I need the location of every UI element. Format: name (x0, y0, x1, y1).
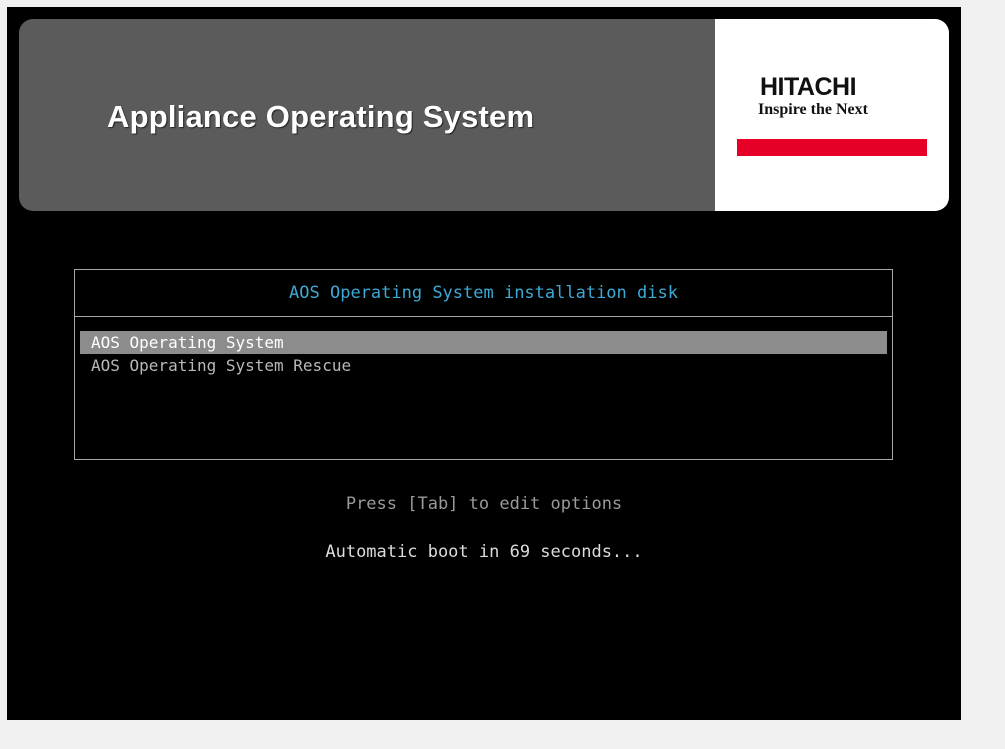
logo-red-bar (737, 139, 927, 156)
boot-option-aos-rescue[interactable]: AOS Operating System Rescue (80, 354, 887, 377)
boot-menu-list: AOS Operating System AOS Operating Syste… (80, 331, 887, 377)
boot-menu-title: AOS Operating System installation disk (75, 270, 892, 317)
boot-option-aos[interactable]: AOS Operating System (80, 331, 887, 354)
logo-tagline: Inspire the Next (758, 101, 868, 118)
boot-console: Appliance Operating System HITACHI Inspi… (7, 7, 961, 720)
logo-wordmark: HITACHI (760, 73, 857, 101)
boot-menu: AOS Operating System installation disk A… (74, 269, 893, 460)
hitachi-logo: HITACHI Inspire the Next (715, 19, 949, 211)
header-banner: Appliance Operating System HITACHI Inspi… (19, 19, 949, 211)
boot-countdown: Automatic boot in 69 seconds... (325, 542, 643, 562)
banner-title: Appliance Operating System (107, 99, 535, 134)
edit-options-hint: Press [Tab] to edit options (345, 494, 623, 514)
